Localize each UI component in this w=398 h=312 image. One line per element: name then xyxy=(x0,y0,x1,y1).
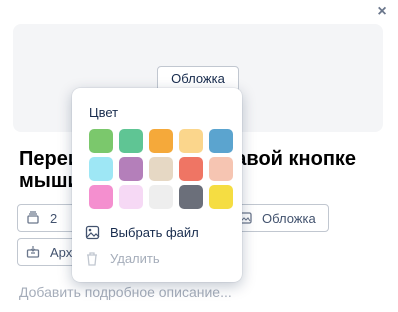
delete-label: Удалить xyxy=(110,250,160,266)
color-swatch[interactable] xyxy=(119,157,143,181)
image-icon xyxy=(84,224,100,240)
trash-icon xyxy=(84,250,100,266)
color-swatch[interactable] xyxy=(149,157,173,181)
color-swatch[interactable] xyxy=(119,185,143,209)
color-swatch[interactable] xyxy=(119,129,143,153)
cover-chip-label: Обложка xyxy=(262,210,316,226)
color-swatch[interactable] xyxy=(149,185,173,209)
cover-chip[interactable]: Обложка xyxy=(229,204,329,232)
pick-file-label: Выбрать файл xyxy=(110,224,199,240)
color-swatch[interactable] xyxy=(149,129,173,153)
color-swatch[interactable] xyxy=(89,157,113,181)
color-swatch[interactable] xyxy=(89,129,113,153)
color-swatch[interactable] xyxy=(209,157,233,181)
color-swatch[interactable] xyxy=(179,129,203,153)
archive-icon xyxy=(26,245,40,259)
popup-title: Цвет xyxy=(89,105,119,120)
cover-color-popup: Цвет Выбрать файл Удалить xyxy=(72,88,242,282)
color-swatch[interactable] xyxy=(179,185,203,209)
color-swatch[interactable] xyxy=(209,185,233,209)
close-icon[interactable]: × xyxy=(374,4,390,20)
color-swatch[interactable] xyxy=(209,129,233,153)
color-swatch[interactable] xyxy=(179,157,203,181)
color-swatch-grid xyxy=(89,129,233,209)
count-label: 2 xyxy=(50,210,58,226)
delete-cover-button[interactable]: Удалить xyxy=(84,248,160,268)
color-swatch[interactable] xyxy=(89,185,113,209)
description-field[interactable]: Добавить подробное описание... xyxy=(19,284,232,300)
pick-file-button[interactable]: Выбрать файл xyxy=(84,222,199,242)
stack-icon xyxy=(26,211,40,225)
